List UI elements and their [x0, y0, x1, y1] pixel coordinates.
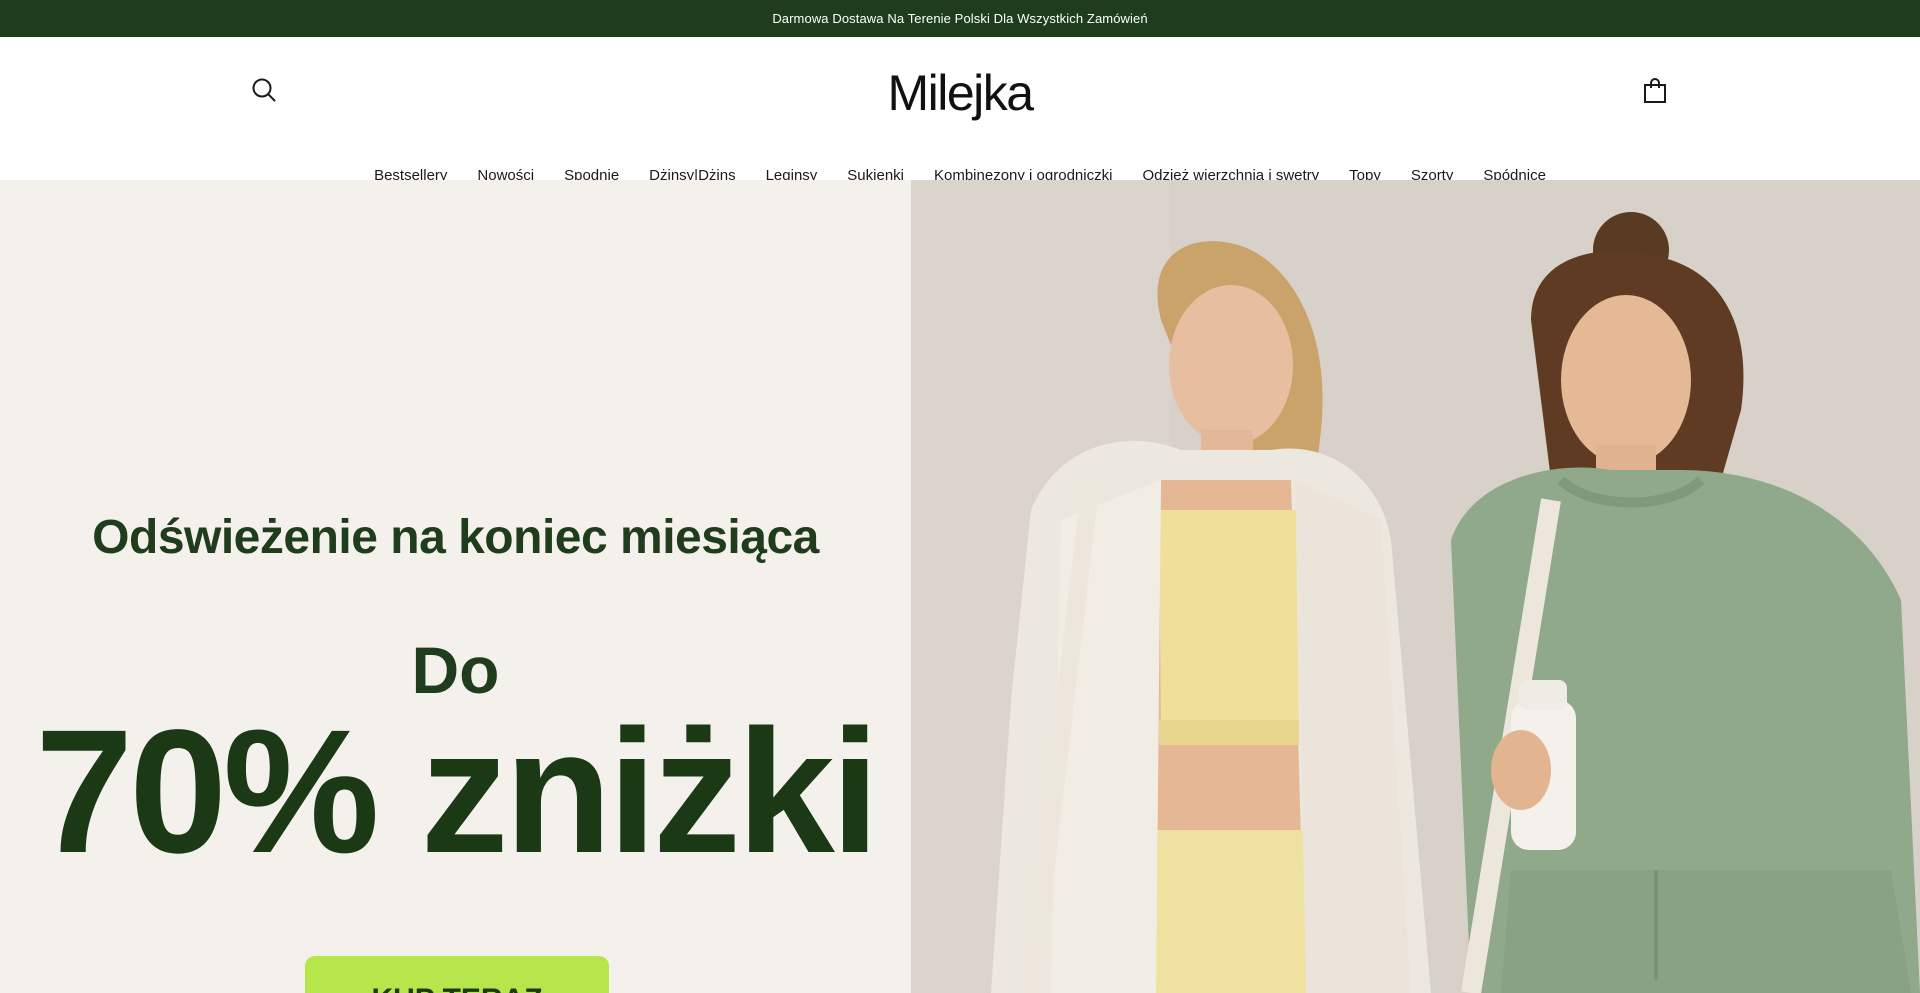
hero-photo[interactable] — [911, 180, 1920, 993]
site-header: Milejka Bestsellery Nowości Spodnie Dżin… — [0, 37, 1920, 184]
header-top: Milejka — [0, 37, 1920, 133]
hero-promo-panel[interactable]: Odświeżenie na koniec miesiąca Do 70% zn… — [0, 180, 911, 993]
announcement-text: Darmowa Dostawa Na Terenie Polski Dla Ws… — [772, 11, 1148, 26]
shopping-bag-icon[interactable] — [1643, 78, 1667, 104]
logo-link[interactable]: Milejka — [887, 65, 1034, 121]
hero-photo-illustration — [911, 180, 1920, 993]
hero-subtitle: Odświeżenie na koniec miesiąca — [92, 511, 819, 564]
hero-banner: Odświeżenie na koniec miesiąca Do 70% zn… — [0, 180, 1920, 993]
shop-now-button[interactable]: KUP TERAZ — [305, 956, 609, 993]
hero-discount-headline: 70% zniżki — [35, 694, 879, 890]
announcement-bar: Darmowa Dostawa Na Terenie Polski Dla Ws… — [0, 0, 1920, 37]
site-logo: Milejka — [0, 64, 1920, 122]
